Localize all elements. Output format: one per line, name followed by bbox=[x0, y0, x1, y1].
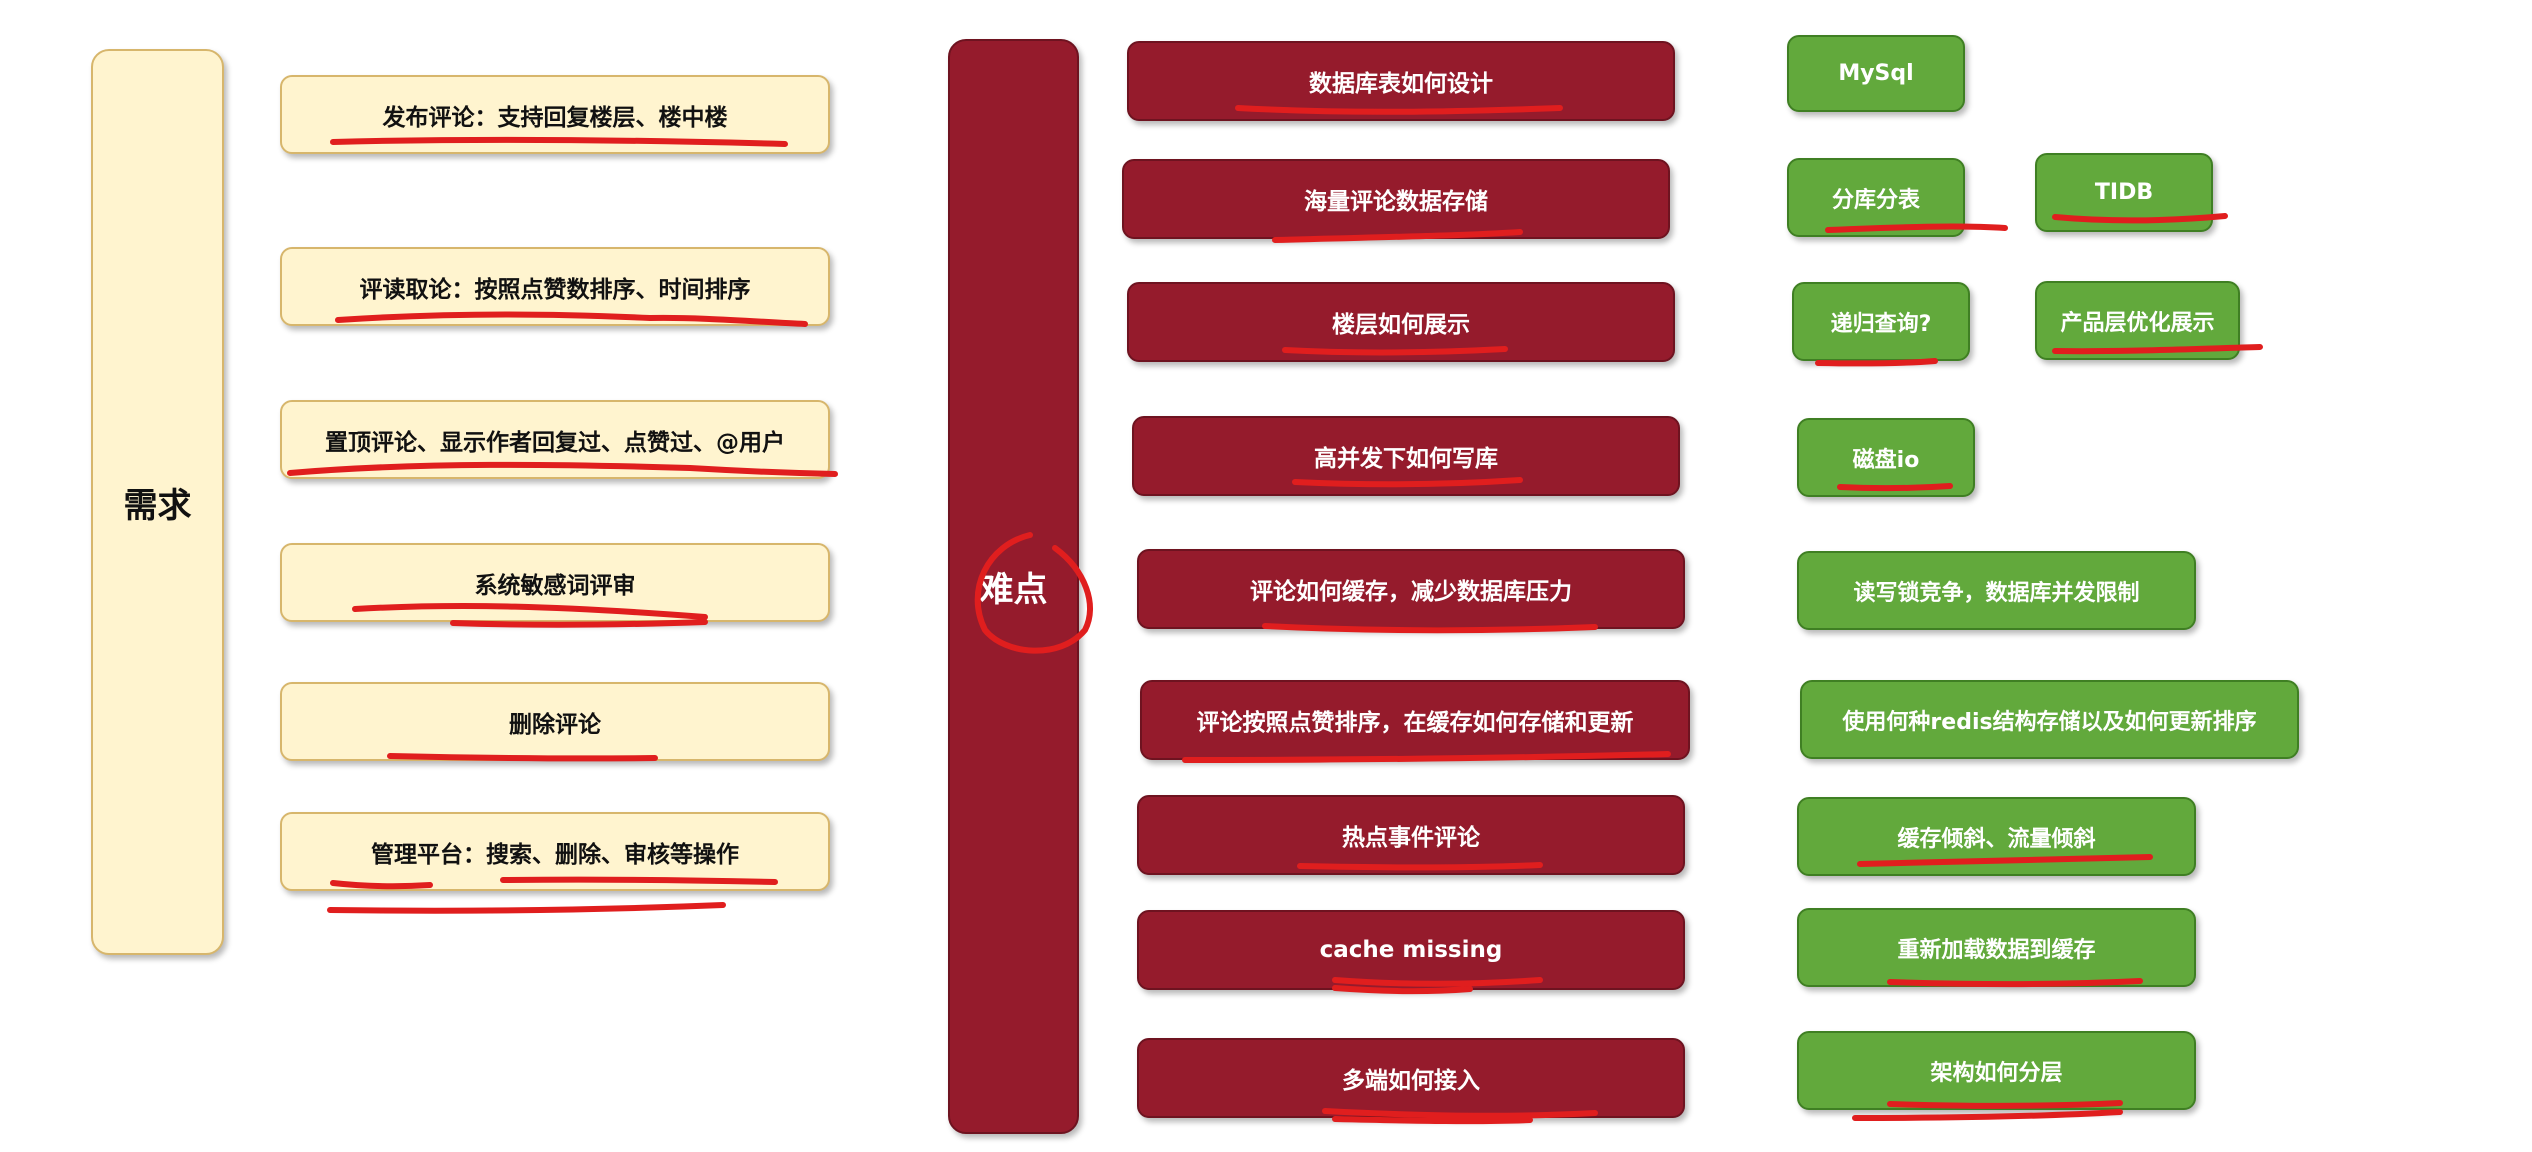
solution-node[interactable]: 架构如何分层 bbox=[1797, 1031, 2196, 1110]
underline-mark bbox=[327, 902, 726, 914]
difficulty-node[interactable]: 数据库表如何设计 bbox=[1127, 41, 1675, 121]
requirement-node[interactable]: 管理平台：搜索、删除、审核等操作 bbox=[280, 812, 830, 891]
requirements-header: 需求 bbox=[91, 49, 224, 955]
difficulty-node[interactable]: 评论按照点赞排序，在缓存如何存储和更新 bbox=[1140, 680, 1690, 760]
solution-node[interactable]: MySql bbox=[1787, 35, 1965, 112]
difficulty-node[interactable]: 海量评论数据存储 bbox=[1122, 159, 1670, 239]
difficulty-node[interactable]: 热点事件评论 bbox=[1137, 795, 1685, 875]
solution-node[interactable]: 递归查询? bbox=[1792, 282, 1970, 361]
requirement-node[interactable]: 评读取论：按照点赞数排序、时间排序 bbox=[280, 247, 830, 326]
solution-node[interactable]: 读写锁竞争，数据库并发限制 bbox=[1797, 551, 2196, 630]
difficulty-node[interactable]: 高并发下如何写库 bbox=[1132, 416, 1680, 496]
solution-node[interactable]: 缓存倾斜、流量倾斜 bbox=[1797, 797, 2196, 876]
underline-mark bbox=[1852, 1109, 2123, 1121]
requirement-node[interactable]: 置顶评论、显示作者回复过、点赞过、@用户 bbox=[280, 400, 830, 479]
solution-node[interactable]: 使用何种redis结构存储以及如何更新排序 bbox=[1800, 680, 2299, 759]
solution-node[interactable]: TIDB bbox=[2035, 153, 2213, 232]
difficulties-header: 难点 bbox=[948, 39, 1079, 1134]
solution-node[interactable]: 磁盘io bbox=[1797, 418, 1975, 497]
requirement-node[interactable]: 删除评论 bbox=[280, 682, 830, 761]
underline-mark bbox=[450, 619, 708, 628]
requirement-node[interactable]: 发布评论：支持回复楼层、楼中楼 bbox=[280, 75, 830, 154]
difficulties-title: 难点 bbox=[979, 570, 1048, 610]
solution-node[interactable]: 分库分表 bbox=[1787, 158, 1965, 237]
difficulty-node[interactable]: 评论如何缓存，减少数据库压力 bbox=[1137, 549, 1685, 629]
difficulty-node[interactable]: 楼层如何展示 bbox=[1127, 282, 1675, 362]
difficulty-node[interactable]: cache missing bbox=[1137, 910, 1685, 990]
underline-mark bbox=[1332, 1116, 1533, 1125]
requirement-node[interactable]: 系统敏感词评审 bbox=[280, 543, 830, 622]
solution-node[interactable]: 产品层优化展示 bbox=[2035, 281, 2240, 360]
underline-mark bbox=[1815, 358, 1938, 367]
requirements-title: 需求 bbox=[123, 485, 192, 526]
difficulty-node[interactable]: 多端如何接入 bbox=[1137, 1038, 1685, 1118]
solution-node[interactable]: 重新加载数据到缓存 bbox=[1797, 908, 2196, 987]
